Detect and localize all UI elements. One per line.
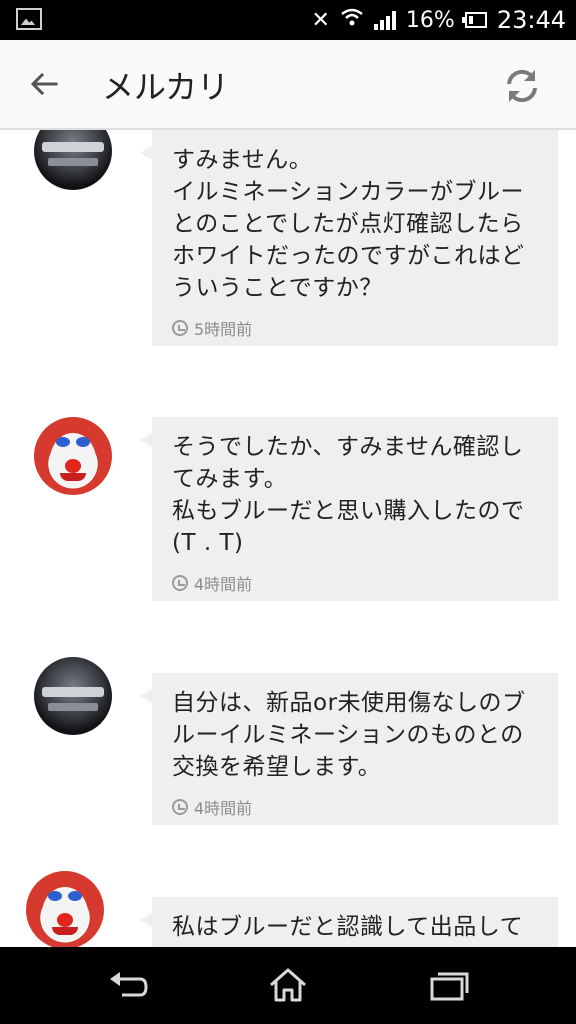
wifi-icon [340, 7, 364, 33]
timestamp-label: 5時間前 [194, 320, 253, 339]
message-bubble: そうでしたか、すみません確認してみます。 私もブルーだと思い購入したので(T .… [140, 417, 558, 601]
message-timestamp: 4時間前 [172, 571, 538, 595]
message-text: すみません。 イルミネーションカラーがブルーとのことでしたが点灯確認したらホワイ… [172, 147, 525, 301]
message-timestamp: 5時間前 [172, 316, 538, 340]
avatar[interactable] [26, 871, 104, 947]
battery-percent: 16% [405, 7, 455, 33]
message-bubble: 自分は、新品or未使用傷なしのブルーイルミネーションのものとの交換を希望します。… [140, 673, 558, 825]
recent-apps-icon[interactable] [424, 965, 474, 1005]
battery-icon [461, 12, 487, 28]
avatar[interactable] [34, 657, 112, 735]
refresh-icon[interactable] [500, 64, 544, 108]
gallery-icon [16, 8, 42, 30]
avatar[interactable] [34, 417, 112, 495]
timestamp-label: 4時間前 [194, 575, 253, 594]
message-list[interactable]: すみません。 イルミネーションカラーがブルーとのことでしたが点灯確認したらホワイ… [0, 130, 576, 947]
clock-icon [172, 799, 188, 815]
navigation-bar [0, 947, 576, 1024]
avatar[interactable] [34, 130, 112, 190]
message-bubble: すみません。 イルミネーションカラーがブルーとのことでしたが点灯確認したらホワイ… [140, 130, 558, 346]
home-icon[interactable] [263, 965, 313, 1005]
signal-icon [373, 10, 396, 30]
message-text: そうでしたか、すみません確認してみます。 私もブルーだと思い購入したので(T .… [172, 434, 525, 556]
clock-icon [172, 320, 188, 336]
message-text: 私はブルーだと認識して出品して [172, 914, 524, 940]
back-arrow-icon[interactable] [28, 68, 64, 104]
clock-icon [172, 575, 188, 591]
message-bubble: 私はブルーだと認識して出品して [140, 897, 558, 947]
message-text: 自分は、新品or未使用傷なしのブルーイルミネーションのものとの交換を希望します。 [172, 690, 526, 780]
clock-time: 23:44 [496, 6, 566, 34]
page-title: メルカリ [102, 68, 230, 106]
timestamp-label: 4時間前 [194, 799, 253, 818]
back-icon[interactable] [104, 965, 154, 1005]
status-icons: ✕ 16% 23:44 [311, 0, 566, 40]
app-bar: メルカリ [0, 40, 576, 130]
mute-icon: ✕ [311, 7, 330, 33]
message-timestamp: 4時間前 [172, 795, 538, 819]
status-bar: ✕ 16% 23:44 [0, 0, 576, 40]
